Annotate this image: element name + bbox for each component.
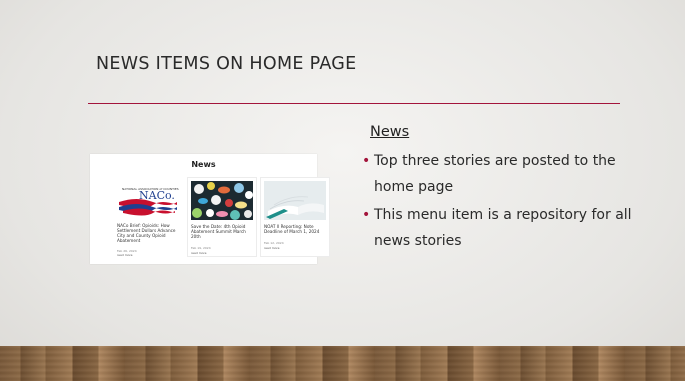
slide-title: NEWS ITEMS ON HOME PAGE bbox=[96, 54, 357, 74]
naco-logo-image: NATIONAL ASSOCIATION of COUNTIES NACo. bbox=[117, 180, 179, 219]
bullet-icon: • bbox=[362, 153, 371, 169]
news-section-title: News bbox=[191, 160, 216, 169]
read-more-link[interactable]: read more bbox=[264, 246, 279, 250]
bullet-list: • Top three stories are posted to the hom… bbox=[362, 148, 632, 254]
book-image bbox=[264, 181, 326, 220]
read-more-link[interactable]: read more bbox=[191, 251, 206, 255]
news-card-date: Feb 19, 2024 bbox=[191, 246, 211, 250]
wood-floor-texture bbox=[0, 346, 685, 381]
news-card-date: Feb 12, 2024 bbox=[264, 241, 284, 245]
news-card-3[interactable]: NOAT II Reporting: Note Deadline of Marc… bbox=[260, 177, 330, 257]
website-screenshot: News NATIONAL ASSOCIATION of COUNTIES NA… bbox=[90, 154, 330, 264]
news-card-caption: NOAT II Reporting: Note Deadline of Marc… bbox=[264, 224, 320, 234]
content-heading: News bbox=[370, 124, 410, 140]
read-more-link[interactable]: read more bbox=[117, 253, 132, 257]
news-card-caption: Save the Date: 4th Opioid Abatement Summ… bbox=[191, 224, 246, 239]
news-card-1[interactable]: NATIONAL ASSOCIATION of COUNTIES NACo. N… bbox=[114, 177, 182, 257]
bullet-text: This menu item is a repository for all n… bbox=[374, 207, 632, 249]
bullet-item: • Top three stories are posted to the hom… bbox=[362, 148, 632, 200]
pills-image bbox=[191, 181, 253, 220]
bullet-text: Top three stories are posted to the home… bbox=[374, 153, 616, 195]
title-divider bbox=[88, 103, 620, 104]
news-card-2[interactable]: Save the Date: 4th Opioid Abatement Summ… bbox=[187, 177, 257, 257]
news-card-caption: NACo Brief: Opioids: How Settlement Doll… bbox=[117, 223, 176, 243]
slide: NEWS ITEMS ON HOME PAGE News NATIONAL AS… bbox=[0, 0, 685, 381]
bullet-item: • This menu item is a repository for all … bbox=[362, 202, 632, 254]
logo-text: NACo. bbox=[139, 189, 175, 202]
bullet-icon: • bbox=[362, 207, 371, 223]
